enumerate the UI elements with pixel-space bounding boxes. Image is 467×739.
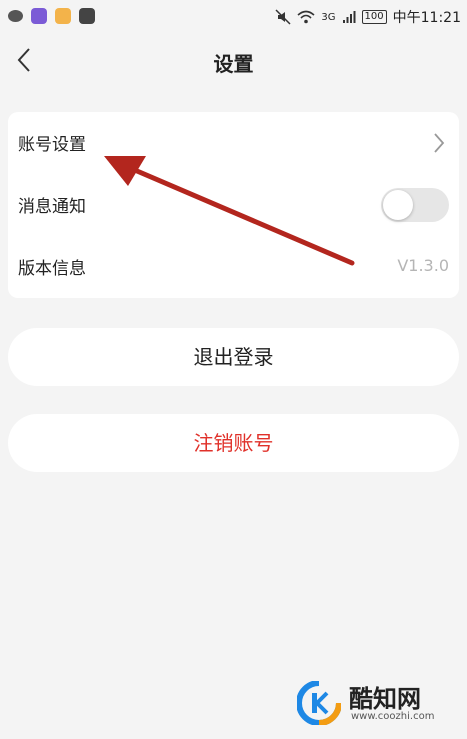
app-notification-icon: [79, 8, 95, 24]
app-notification-icon: [55, 8, 71, 24]
settings-row-label: 消息通知: [18, 197, 86, 217]
page-title: 设置: [213, 52, 254, 76]
watermark-logo-icon: [297, 681, 341, 725]
network-type: 3G: [321, 11, 336, 23]
settings-row-version: 版本信息 V1.3.0: [8, 236, 459, 298]
battery-indicator: 100: [361, 10, 387, 24]
delete-account-button[interactable]: 注销账号: [8, 414, 459, 472]
page-header: 设置: [0, 34, 467, 90]
signal-icon: [342, 11, 356, 23]
logout-button[interactable]: 退出登录: [8, 328, 459, 386]
wifi-icon: [297, 10, 315, 24]
chat-notification-icon: [8, 10, 23, 22]
notifications-toggle[interactable]: [381, 188, 449, 222]
watermark-url: www.coozhi.com: [351, 711, 435, 722]
watermark-name: 酷知网: [349, 685, 421, 713]
settings-row-account[interactable]: 账号设置: [8, 112, 459, 174]
mute-icon: [275, 9, 291, 25]
status-bar: 3G 100 中午11:21: [0, 0, 467, 34]
watermark: 酷知网 www.coozhi.com: [297, 677, 457, 729]
toggle-knob: [383, 190, 413, 220]
settings-card: 账号设置 消息通知 版本信息 V1.3.0: [8, 112, 459, 298]
version-value: V1.3.0: [397, 256, 449, 275]
settings-row-label: 版本信息: [18, 259, 86, 279]
settings-row-notifications: 消息通知: [8, 174, 459, 236]
settings-row-label: 账号设置: [18, 135, 86, 155]
status-notification-icons: [8, 8, 95, 24]
clock: 中午11:21: [392, 10, 461, 26]
status-system-icons: 3G 100 中午11:21: [275, 7, 461, 27]
chevron-right-icon: [434, 133, 445, 153]
app-notification-icon: [31, 8, 47, 24]
